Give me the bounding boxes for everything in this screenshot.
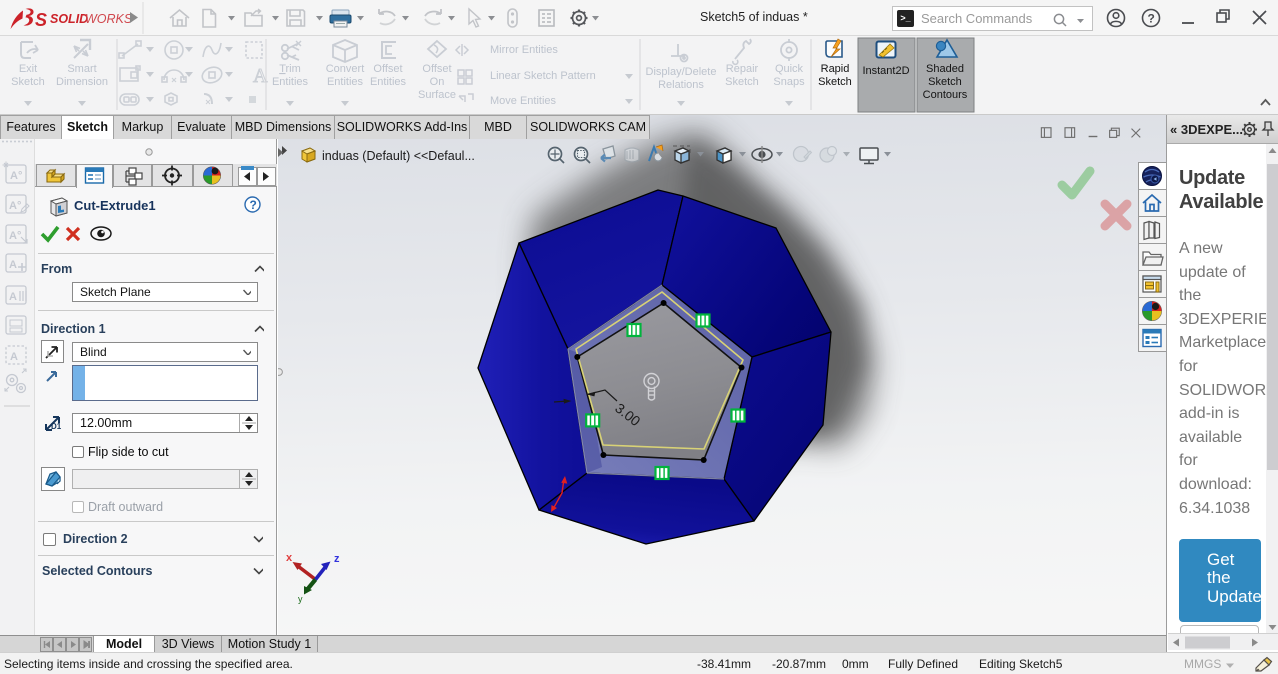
- svg-text:Trim: Trim: [279, 63, 301, 75]
- svg-text:Relations: Relations: [658, 79, 704, 91]
- svg-text:Sketch: Sketch: [928, 76, 962, 88]
- svg-text:Repair: Repair: [726, 63, 759, 75]
- svg-text:Sketch: Sketch: [818, 76, 852, 88]
- svg-text:A: A: [9, 291, 17, 303]
- svg-text:A: A: [10, 351, 18, 363]
- svg-text:A: A: [9, 259, 17, 271]
- svg-text:Entities: Entities: [370, 76, 407, 88]
- svg-text:induas (Default) <<Defaul...: induas (Default) <<Defaul...: [322, 149, 475, 163]
- svg-text:Sketch: Sketch: [11, 76, 45, 88]
- svg-text:Exit: Exit: [19, 63, 37, 75]
- svg-text:A°: A°: [10, 170, 22, 182]
- svg-text:Sketch: Sketch: [725, 76, 759, 88]
- svg-text:Display/Delete: Display/Delete: [646, 66, 717, 78]
- svg-text:Instant2D: Instant2D: [862, 65, 909, 77]
- svg-text:Offset: Offset: [373, 63, 402, 75]
- svg-text:?: ?: [250, 198, 257, 212]
- svg-text:x: x: [286, 552, 293, 564]
- svg-text:z: z: [334, 553, 340, 565]
- svg-text:A°: A°: [9, 200, 21, 212]
- svg-text:WORKS: WORKS: [85, 12, 133, 26]
- svg-text:SOLID: SOLID: [50, 12, 88, 26]
- svg-text:Offset: Offset: [422, 63, 451, 75]
- svg-text:Surface: Surface: [418, 89, 456, 101]
- svg-text:Entities: Entities: [272, 76, 309, 88]
- svg-text:Mirror Entities: Mirror Entities: [490, 44, 558, 56]
- svg-text:y: y: [298, 594, 303, 604]
- svg-text:Smart: Smart: [67, 63, 96, 75]
- svg-text:Convert: Convert: [326, 63, 365, 75]
- svg-text:D1: D1: [51, 422, 62, 431]
- svg-text:Entities: Entities: [327, 76, 364, 88]
- svg-text:On: On: [430, 76, 445, 88]
- svg-text:Dimension: Dimension: [56, 76, 108, 88]
- svg-text:Rapid: Rapid: [821, 63, 850, 75]
- svg-text:Contours: Contours: [923, 89, 968, 101]
- svg-text:?: ?: [1148, 12, 1155, 26]
- svg-text:Move Entities: Move Entities: [490, 95, 557, 107]
- svg-text:S: S: [35, 10, 47, 30]
- svg-text:Snaps: Snaps: [773, 76, 805, 88]
- svg-text:Linear Sketch Pattern: Linear Sketch Pattern: [490, 70, 596, 82]
- svg-text:Shaded: Shaded: [926, 63, 964, 75]
- svg-text:A°: A°: [9, 230, 21, 242]
- svg-text:Quick: Quick: [775, 63, 804, 75]
